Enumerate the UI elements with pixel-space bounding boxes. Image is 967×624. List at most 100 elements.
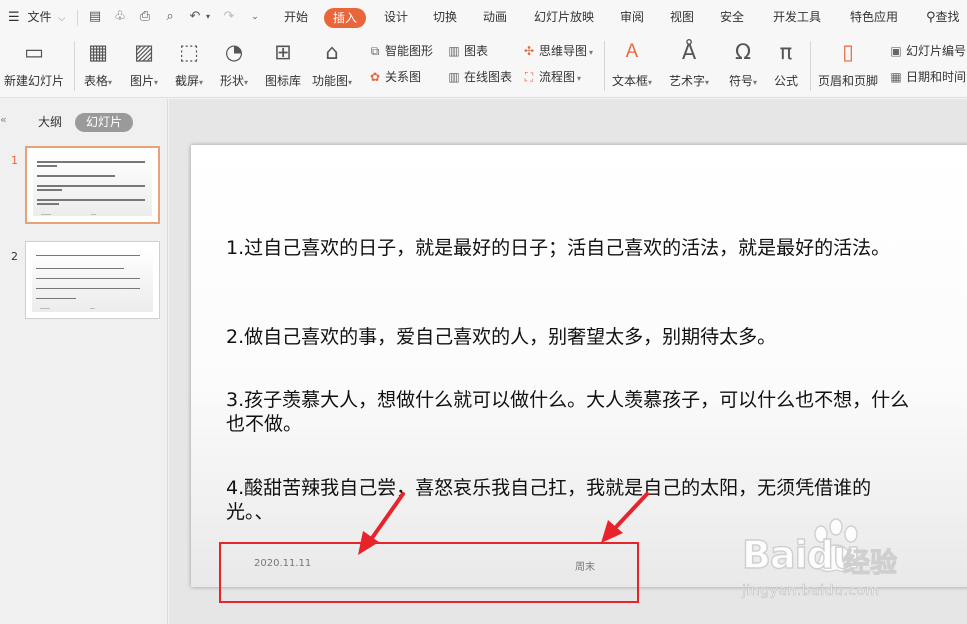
divider (74, 41, 75, 91)
tab-transition[interactable]: 切换 (433, 0, 457, 35)
divider (77, 10, 78, 26)
search-icon: ⚲ (926, 10, 936, 25)
hamburger-icon: ☰ (8, 10, 20, 25)
wordart-icon: Å (681, 40, 697, 64)
shape-label: 形状 (220, 74, 245, 88)
textbox-icon: Ａ (623, 41, 642, 62)
picture-icon: ▨ (134, 40, 154, 64)
tab-slideshow[interactable]: 幻灯片放映 (534, 0, 594, 35)
divider (810, 41, 811, 91)
collapse-panel-icon[interactable]: « (0, 113, 7, 126)
tab-outline[interactable]: 大纲 (38, 113, 62, 132)
watermark-url: jingyan.baidu.com (742, 583, 880, 600)
new-slide-label: 新建幻灯片 (4, 74, 65, 88)
function-chart-label: 功能图 (312, 74, 349, 88)
search-label: 查找 (935, 10, 960, 24)
menu-bar: ☰ 文件 ⌵ ▤ ♧ ⎙ ⌕ ↶ ▾ ↷ ⌄ 开始 插入 设计 切换 动画 幻灯… (0, 0, 967, 35)
pi-icon: π (779, 40, 793, 64)
chevron-down-icon: ⌵ (58, 14, 66, 24)
thumbnail-content (32, 248, 153, 312)
redo-icon[interactable]: ↷ (221, 9, 237, 25)
mind-map-label: 思维导图 (539, 44, 588, 58)
picture-label: 图片 (130, 74, 155, 88)
tab-view[interactable]: 视图 (670, 0, 694, 35)
textbox-label: 文本框 (612, 74, 649, 88)
omega-icon: Ω (734, 40, 752, 64)
undo-icon[interactable]: ↶ (187, 9, 203, 25)
picture-button[interactable]: ▨ 图片▾ (130, 40, 158, 89)
tab-design[interactable]: 设计 (384, 0, 408, 35)
chart-icon: ▥ (448, 44, 460, 58)
tab-review[interactable]: 审阅 (620, 0, 644, 35)
function-chart-button[interactable]: ⌂ 功能图▾ (312, 40, 352, 89)
icon-library-icon: ⊞ (274, 40, 292, 64)
chart-label: 图表 (464, 44, 489, 58)
wordart-label: 艺术字 (669, 74, 706, 88)
chart-button[interactable]: ▥ 图表 (447, 42, 488, 60)
formula-label: 公式 (774, 74, 799, 88)
screenshot-label: 截屏 (175, 74, 200, 88)
slide-paragraph-3[interactable]: 3.孩子羡慕大人，想做什么就可以做什么。大人羡慕孩子，可以什么也不想，什么也不做… (226, 388, 916, 436)
watermark-product: 经验 (843, 548, 898, 580)
formula-button[interactable]: π 公式 (774, 40, 798, 89)
header-footer-icon: ▯ (842, 40, 854, 64)
symbol-button[interactable]: Ω 符号▾ (729, 40, 757, 89)
function-chart-icon: ⌂ (325, 40, 339, 64)
flowchart-label: 流程图 (539, 70, 576, 84)
divider (604, 41, 605, 91)
print-preview-icon[interactable]: ⌕ (162, 9, 178, 25)
slide-thumbnail-1[interactable] (25, 146, 160, 224)
tab-slides[interactable]: 幻灯片 (75, 113, 134, 132)
table-button[interactable]: ▦ 表格▾ (84, 40, 112, 89)
slide-number: 2 (11, 250, 18, 263)
new-slide-button[interactable]: ▭ 新建幻灯片 (4, 40, 64, 89)
shape-icon: ◔ (224, 40, 244, 64)
customize-icon[interactable]: ⌄ (247, 9, 263, 25)
search-button[interactable]: ⚲查找 (926, 0, 960, 35)
baidu-watermark: Baidu 经验 jingyan.baidu.com (740, 517, 967, 624)
slide-panel: « 大纲 幻灯片 1 2 (0, 99, 168, 624)
slide-paragraph-1[interactable]: 1.过自己喜欢的日子，就是最好的日子；活自己喜欢的活法，就是最好的活法。 (226, 236, 916, 260)
icon-library-label: 图标库 (265, 74, 302, 88)
print-icon[interactable]: ⎙ (137, 9, 153, 25)
symbol-label: 符号 (729, 74, 754, 88)
ribbon-toolbar: ▭ 新建幻灯片 ▦ 表格▾ ▨ 图片▾ ⬚ 截屏▾ ◔ 形状▾ ⊞ 图标库 ⌂ … (0, 35, 967, 98)
online-chart-button[interactable]: ▥ 在线图表 (447, 68, 512, 86)
wordart-button[interactable]: Å 艺术字▾ (669, 40, 709, 89)
mind-map-icon: ✣ (523, 44, 535, 58)
format-painter-icon[interactable]: ♧ (112, 9, 128, 25)
tab-insert[interactable]: 插入 (324, 8, 367, 28)
tab-home[interactable]: 开始 (284, 0, 308, 35)
online-chart-icon: ▥ (448, 70, 460, 84)
file-menu-label: 文件 (27, 10, 52, 24)
flowchart-button[interactable]: ⛶ 流程图 ▾ (522, 68, 581, 86)
save-icon[interactable]: ▤ (87, 9, 103, 25)
slide-thumbnail-2[interactable] (25, 241, 160, 319)
undo-dropdown-icon[interactable]: ▾ (203, 9, 213, 25)
slide-number-icon: ▣ (890, 44, 902, 58)
header-footer-label: 页眉和页脚 (818, 74, 879, 88)
slide-number-button[interactable]: ▣ 幻灯片编号 (889, 42, 966, 60)
highlight-box (219, 542, 639, 603)
tab-security[interactable]: 安全 (720, 0, 744, 35)
file-menu[interactable]: ☰ 文件 ⌵ (8, 0, 65, 35)
smart-art-button[interactable]: ⧉ 智能图形 (368, 42, 433, 60)
tab-animation[interactable]: 动画 (483, 0, 507, 35)
flowchart-icon: ⛶ (524, 70, 534, 84)
thumbnail-content (33, 154, 152, 216)
date-time-button[interactable]: ▦ 日期和时间 (889, 68, 966, 86)
header-footer-button[interactable]: ▯ 页眉和页脚 (818, 40, 878, 89)
icon-library-button[interactable]: ⊞ 图标库 (265, 40, 301, 89)
relation-chart-button[interactable]: ✿ 关系图 (368, 68, 421, 86)
slide-paragraph-2[interactable]: 2.做自己喜欢的事，爱自己喜欢的人，别奢望太多，别期待太多。 (226, 325, 916, 349)
tab-features[interactable]: 特色应用 (850, 0, 898, 35)
slide-number: 1 (11, 154, 18, 167)
tab-developer[interactable]: 开发工具 (773, 0, 821, 35)
mind-map-button[interactable]: ✣ 思维导图 ▾ (522, 42, 593, 60)
table-label: 表格 (84, 74, 109, 88)
textbox-button[interactable]: Ａ 文本框▾ (612, 40, 652, 89)
new-slide-icon: ▭ (24, 40, 44, 64)
relation-chart-label: 关系图 (385, 70, 422, 84)
shape-button[interactable]: ◔ 形状▾ (220, 40, 248, 89)
screenshot-button[interactable]: ⬚ 截屏▾ (175, 40, 203, 89)
